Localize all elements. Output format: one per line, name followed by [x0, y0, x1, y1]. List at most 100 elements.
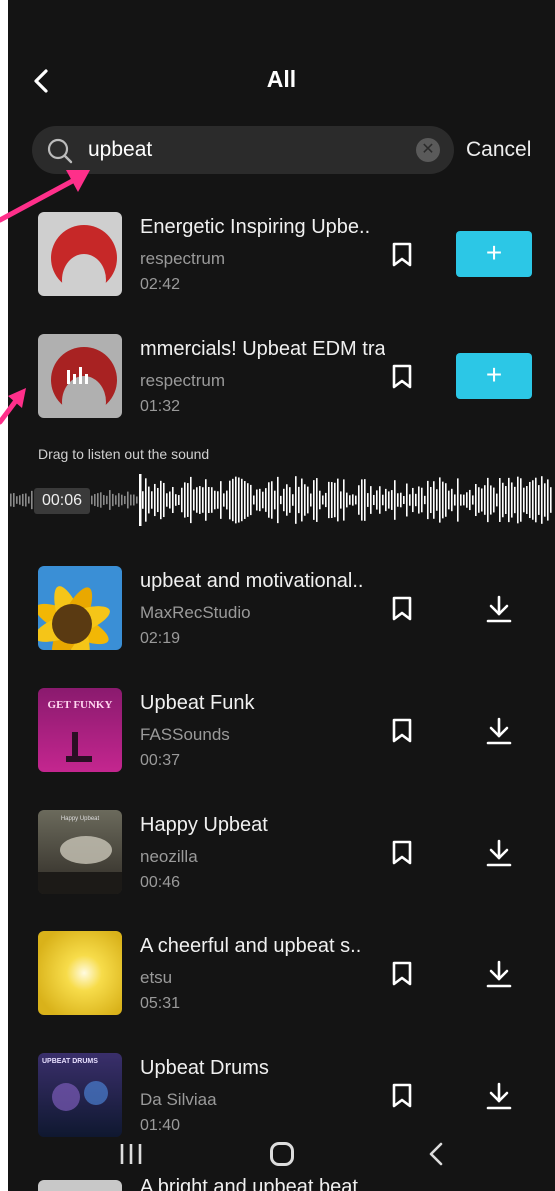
waveform-bar	[436, 489, 438, 511]
add-track-button[interactable]: +	[456, 353, 532, 399]
track-title: upbeat and motivational..	[140, 570, 364, 592]
waveform-bar	[130, 494, 132, 506]
waveform-bar	[274, 490, 276, 510]
waveform-bar	[235, 476, 237, 524]
waveform-bar	[481, 488, 483, 512]
waveform-bar	[541, 476, 543, 524]
bookmark-icon[interactable]	[391, 596, 413, 622]
waveform-bar	[370, 486, 372, 514]
waveform-bar	[433, 481, 435, 519]
clear-search-icon[interactable]: ✕	[416, 138, 440, 162]
waveform-bar	[187, 483, 189, 517]
track-duration: 01:32	[140, 398, 181, 415]
track-artist: neozilla	[140, 847, 198, 866]
waveform-bar	[229, 480, 231, 520]
waveform-bar	[340, 491, 342, 509]
waveform-bar	[445, 483, 447, 517]
waveform-bar	[268, 482, 270, 518]
waveform-bar	[532, 480, 534, 520]
waveform-bar	[448, 490, 450, 510]
track-duration: 00:46	[140, 874, 181, 891]
bookmark-icon[interactable]	[391, 718, 413, 744]
waveform-bar	[286, 484, 288, 516]
waveform-bar	[334, 482, 336, 518]
waveform-bar	[241, 478, 243, 522]
bookmark-icon[interactable]	[391, 242, 413, 268]
home-icon[interactable]	[270, 1142, 294, 1166]
waveform-bar	[25, 493, 27, 507]
waveform-bar	[337, 478, 339, 522]
waveform-bar	[148, 486, 150, 514]
waveform-bar	[292, 494, 294, 506]
recent-apps-icon[interactable]	[118, 1140, 144, 1168]
track-row[interactable]: upbeat and motivational.. MaxRecStudio 0…	[8, 566, 555, 666]
waveform-bar	[16, 496, 18, 504]
waveform-bar	[10, 493, 12, 507]
system-back-icon[interactable]	[426, 1140, 446, 1168]
waveform-bar	[214, 490, 216, 510]
track-row[interactable]: Happy Upbeat Happy Upbeat neozilla 00:46	[8, 810, 555, 910]
track-row[interactable]: mmercials! Upbeat EDM tra respectrum 01:…	[8, 334, 555, 434]
waveform-bar	[421, 487, 423, 513]
bookmark-icon[interactable]	[391, 840, 413, 866]
waveform-bar	[439, 477, 441, 523]
waveform-bar	[427, 480, 429, 520]
track-thumbnail: GET FUNKY	[38, 688, 122, 772]
waveform-bar	[517, 476, 519, 524]
download-icon[interactable]	[486, 1081, 512, 1111]
waveform-bar	[253, 495, 255, 505]
thumb-text: UPBEAT DRUMS	[42, 1058, 98, 1065]
waveform-bar	[361, 479, 363, 521]
waveform-bar	[457, 478, 459, 522]
search-input[interactable]	[88, 134, 408, 166]
waveform-bar	[160, 480, 162, 520]
cancel-button[interactable]: Cancel	[466, 138, 531, 162]
waveform-bar	[325, 492, 327, 508]
playback-position: 00:06	[34, 488, 90, 514]
waveform-scrubber[interactable]	[8, 470, 555, 530]
waveform-bar	[400, 492, 402, 508]
waveform-bar	[397, 493, 399, 507]
waveform-bar	[118, 493, 120, 507]
track-row[interactable]: GET FUNKY Upbeat Funk FASSounds 00:37	[8, 688, 555, 788]
waveform-bar	[424, 495, 426, 505]
waveform-bar	[106, 495, 108, 505]
search-bar[interactable]: ✕	[32, 126, 454, 174]
track-row[interactable]: Energetic Inspiring Upbe.. respectrum 02…	[8, 212, 555, 312]
waveform-bar	[547, 479, 549, 521]
track-thumbnail	[38, 212, 122, 296]
waveform-bar	[442, 481, 444, 519]
download-icon[interactable]	[486, 959, 512, 989]
waveform-bar	[493, 487, 495, 513]
drag-hint: Drag to listen out the sound	[38, 446, 210, 462]
waveform-bar	[550, 487, 552, 513]
waveform-bar	[169, 491, 171, 509]
waveform-bar	[199, 486, 201, 514]
waveform-bar	[184, 482, 186, 518]
waveform-bar	[403, 495, 405, 505]
bookmark-icon[interactable]	[391, 364, 413, 390]
waveform-bar	[385, 488, 387, 512]
download-icon[interactable]	[486, 594, 512, 624]
header: All	[8, 0, 555, 120]
waveform-bar	[469, 489, 471, 511]
track-artist: respectrum	[140, 249, 226, 268]
download-icon[interactable]	[486, 716, 512, 746]
download-icon[interactable]	[486, 838, 512, 868]
waveform-bar	[250, 484, 252, 516]
track-thumbnail: UPBEAT DRUMS	[38, 1053, 122, 1137]
waveform-bar	[451, 488, 453, 512]
waveform-bar	[19, 495, 21, 505]
bookmark-icon[interactable]	[391, 961, 413, 987]
waveform-bar	[181, 487, 183, 513]
bookmark-icon[interactable]	[391, 1083, 413, 1109]
waveform-bar	[346, 492, 348, 508]
waveform-bar	[487, 477, 489, 523]
waveform-bar	[232, 478, 234, 522]
waveform-bar	[28, 496, 30, 504]
waveform-bar	[226, 490, 228, 510]
add-track-button[interactable]: +	[456, 231, 532, 277]
waveform-bar	[22, 493, 24, 507]
track-thumbnail	[38, 566, 122, 650]
track-row[interactable]: A cheerful and upbeat s.. etsu 05:31	[8, 931, 555, 1031]
